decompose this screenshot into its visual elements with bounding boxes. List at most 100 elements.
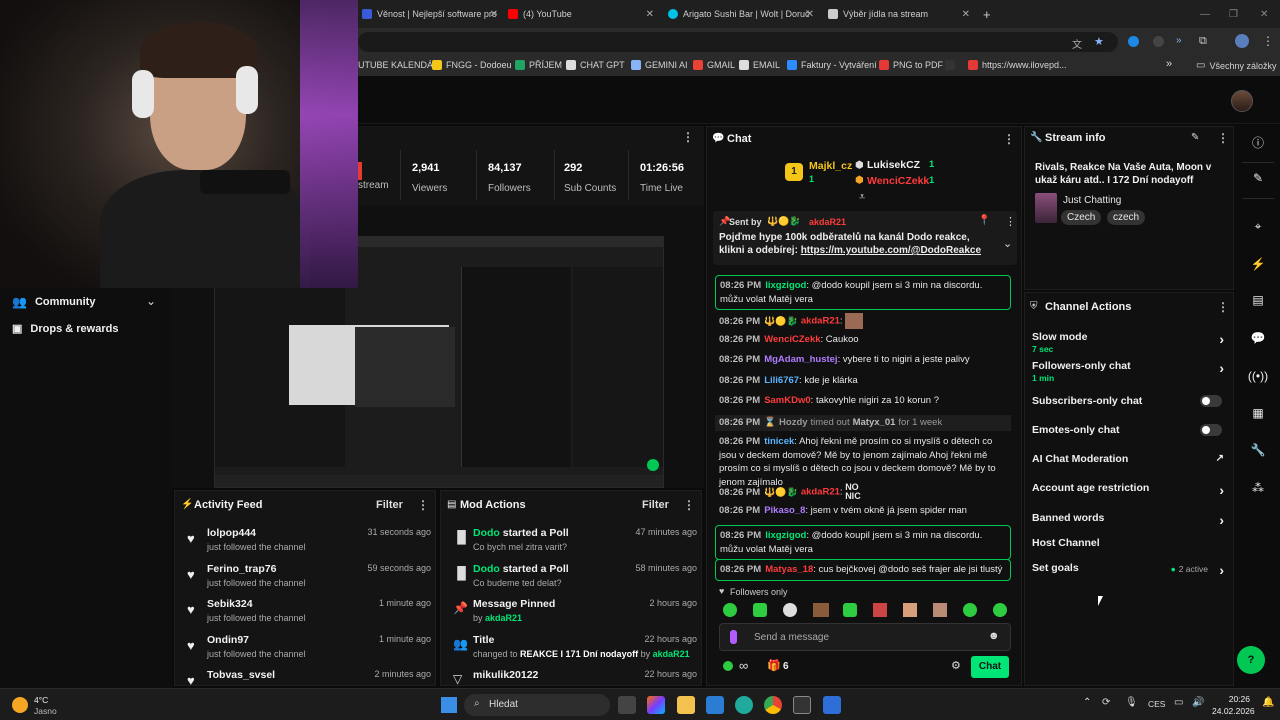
activity-item[interactable]: ♥ Sebik324 just followed the channel 1 minu…	[185, 598, 431, 632]
channel-action-slow-mode[interactable]: Slow mode 7 sec ›	[1032, 331, 1228, 354]
activity-user[interactable]: Tobvas_svsel	[207, 669, 275, 681]
chat-icon[interactable]: 💬	[1246, 326, 1270, 350]
chat-username[interactable]: lixgzigod	[765, 280, 806, 291]
bookmark-item[interactable]: PŘÍJEM	[515, 60, 562, 70]
emote-icon[interactable]	[873, 603, 887, 617]
close-tab-icon[interactable]: ✕	[962, 9, 970, 20]
tag-chip[interactable]: Czech	[1061, 210, 1102, 225]
bookmark-item[interactable]: https://www.ilovepd...	[968, 60, 1067, 70]
bookmark-item[interactable]: GEMINI AI	[631, 60, 688, 70]
new-tab-button[interactable]: +	[983, 4, 995, 24]
clock-date[interactable]: 24.02.2026	[1212, 706, 1255, 716]
chat-username[interactable]: tinicek	[764, 436, 794, 447]
channel-action-set-goals[interactable]: Set goals › ● 2 active	[1032, 562, 1228, 578]
tray-sync-icon[interactable]: ⟳	[1102, 697, 1110, 708]
stats-menu-icon[interactable]: ⋮	[682, 130, 694, 144]
activity-item[interactable]: ♥ Ferino_trap76 just followed the channel 5…	[185, 563, 431, 597]
leaderboard-name[interactable]: LukisekCZ	[867, 159, 920, 171]
chat-username[interactable]: Hozdy	[779, 417, 808, 428]
chat-username[interactable]: akdaR21	[801, 487, 840, 498]
layout-icon[interactable]: ▦	[1246, 401, 1270, 425]
tray-expand-icon[interactable]: ⌃	[1083, 697, 1091, 708]
mod-action-item[interactable]: 👥 Title changed to REAKCE I 171 Dní nodayo…	[451, 634, 697, 668]
bookmark-item[interactable]: CHAT GPT	[566, 60, 625, 70]
emote-icon[interactable]	[933, 603, 947, 617]
weather-icon[interactable]	[12, 697, 28, 713]
extension-icon[interactable]: »	[1176, 35, 1182, 46]
close-tab-icon[interactable]: ✕	[806, 9, 814, 20]
mod-action-item[interactable]: ▐▌ Dodo started a Poll Co bych mel zitra v…	[451, 527, 697, 561]
emote-icon[interactable]	[843, 603, 857, 617]
chat-menu-icon[interactable]: ⋮	[1003, 132, 1015, 146]
channel-action-banned-words[interactable]: Banned words ›	[1032, 512, 1228, 528]
bookmark-item[interactable]: Faktury - Vytváření	[787, 60, 877, 70]
channel-action-host-channel[interactable]: Host Channel	[1032, 537, 1228, 549]
lightning-icon[interactable]: ⚡	[1246, 252, 1270, 276]
chat-username[interactable]: Lili6767	[764, 375, 799, 386]
pinned-link[interactable]: https://m.youtube.com/@DodoReakce	[801, 245, 981, 256]
mod-actor[interactable]: Dodo	[473, 563, 500, 575]
bookmark-item[interactable]: GMAIL	[693, 60, 735, 70]
timeout-target[interactable]: Matyx_01	[853, 417, 896, 428]
pinned-menu-icon[interactable]: ⋮	[1005, 215, 1016, 228]
category-thumbnail[interactable]	[1035, 193, 1057, 223]
chevron-down-icon[interactable]: ⌄	[1003, 237, 1012, 250]
activity-item[interactable]: ♥ Ondin97 just followed the channel 1 minut…	[185, 634, 431, 668]
chevron-right-icon[interactable]: ›	[1219, 482, 1224, 498]
bookmark-item[interactable]: FNGG - Dodoeu	[432, 60, 512, 70]
bookmark-item[interactable]: PNG to PDF	[879, 60, 943, 70]
apps-icon[interactable]: ⁂	[1246, 476, 1270, 500]
channel-action-ai-chat-moderation[interactable]: AI Chat Moderation ↗	[1032, 453, 1228, 465]
chevron-right-icon[interactable]: ›	[1219, 512, 1224, 528]
gift-icon[interactable]: 🎁	[767, 659, 781, 672]
emote-icon[interactable]	[993, 603, 1007, 617]
extensions-puzzle-icon[interactable]: ⧉	[1199, 35, 1207, 48]
chevron-right-icon[interactable]: ›	[1219, 562, 1224, 578]
user-avatar[interactable]	[1231, 90, 1253, 112]
taskbar-search[interactable]: ⌕ Hledat	[464, 694, 610, 716]
target-icon[interactable]: ⌖	[1246, 214, 1270, 238]
emote-icon[interactable]	[813, 603, 829, 617]
close-window-button[interactable]: ✕	[1260, 4, 1268, 24]
close-tab-icon[interactable]: ✕	[490, 9, 498, 20]
all-bookmarks-button[interactable]: ▭ Všechny záložky	[1196, 60, 1276, 71]
mod-filter-button[interactable]: Filter	[642, 499, 669, 511]
file-explorer-icon[interactable]	[677, 696, 695, 714]
edge-icon[interactable]	[735, 696, 753, 714]
channel-action-account-age-restriction[interactable]: Account age restriction ›	[1032, 482, 1228, 498]
browser-menu-icon[interactable]: ⋮	[1262, 34, 1274, 48]
chrome-icon[interactable]	[764, 696, 782, 714]
chat-username[interactable]: lixgzigod	[765, 530, 806, 541]
chat-username[interactable]: Pikaso_8	[764, 505, 805, 516]
help-icon[interactable]: ?	[1237, 646, 1265, 674]
channel-action-subscribers-only-chat[interactable]: Subscribers-only chat	[1032, 395, 1228, 407]
channel-action-emotes-only-chat[interactable]: Emotes-only chat	[1032, 424, 1228, 436]
document-icon[interactable]: ▤	[1246, 288, 1270, 312]
language-indicator[interactable]: CES	[1148, 699, 1165, 709]
task-view-icon[interactable]	[618, 696, 636, 714]
tray-mic-icon[interactable]: 🎙	[1125, 697, 1138, 708]
broadcast-icon[interactable]: ((•))	[1246, 364, 1270, 388]
emote-icon[interactable]	[753, 603, 767, 617]
clock-time[interactable]: 20:26	[1216, 694, 1250, 704]
info-icon[interactable]: ⓘ	[1246, 130, 1270, 154]
bookmark-item[interactable]	[945, 60, 959, 70]
category-name[interactable]: Just Chatting	[1063, 195, 1121, 206]
chat-username[interactable]: Matyas_18	[765, 564, 813, 575]
emoji-picker-icon[interactable]: ☻	[988, 630, 1000, 642]
mod-action-item[interactable]: 📌 Message Pinned by akdaR21 2 hours ago	[451, 598, 697, 632]
browser-tab-2[interactable]: (4) YouTube ✕	[508, 4, 654, 24]
edit-icon[interactable]: ✎	[1191, 132, 1199, 143]
channel-action-followers-only-chat[interactable]: Followers-only chat 1 min ›	[1032, 360, 1228, 383]
network-icon[interactable]: ▭	[1174, 697, 1183, 708]
activity-filter-button[interactable]: Filter	[376, 499, 403, 511]
maximize-button[interactable]: ❐	[1229, 4, 1238, 24]
activity-user[interactable]: lolpop444	[207, 527, 256, 539]
notification-icon[interactable]: 🔔	[1262, 697, 1274, 708]
mod-action-item[interactable]: ▐▌ Dodo started a Poll Co budeme ted delat…	[451, 563, 697, 597]
chevron-right-icon[interactable]: ›	[1219, 331, 1224, 347]
extension-icon[interactable]	[1128, 36, 1139, 47]
mod-actor[interactable]: Dodo	[473, 527, 500, 539]
channel-actions-menu-icon[interactable]: ⋮	[1217, 300, 1229, 314]
extension-icon[interactable]	[1153, 36, 1164, 47]
